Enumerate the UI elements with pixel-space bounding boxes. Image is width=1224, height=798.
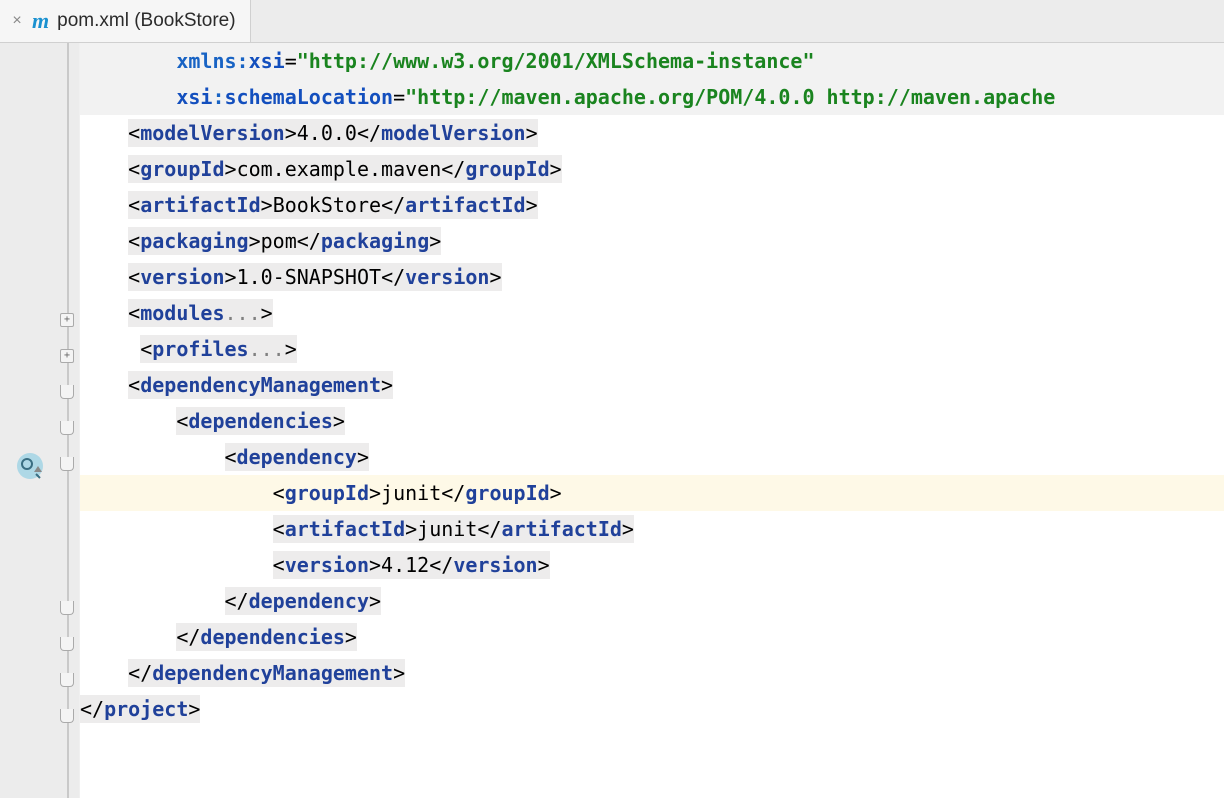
code-line[interactable]: <profiles...>: [80, 331, 1224, 367]
code-line[interactable]: <artifactId>junit</artifactId>: [80, 511, 1224, 547]
fold-collapse-icon[interactable]: [60, 637, 74, 651]
code-line[interactable]: <modelVersion>4.0.0</modelVersion>: [80, 115, 1224, 151]
code-line[interactable]: xmlns:xsi="http://www.w3.org/2001/XMLSch…: [80, 43, 1224, 79]
run-gutter-icon[interactable]: [16, 452, 44, 480]
breakpoint-strip[interactable]: [0, 43, 10, 798]
code-line[interactable]: <packaging>pom</packaging>: [80, 223, 1224, 259]
tab-bar: × m pom.xml (BookStore): [0, 0, 1224, 43]
fold-collapse-icon[interactable]: [60, 457, 74, 471]
code-line[interactable]: xsi:schemaLocation="http://maven.apache.…: [80, 79, 1224, 115]
code-line[interactable]: <version>1.0-SNAPSHOT</version>: [80, 259, 1224, 295]
code-line[interactable]: </dependency>: [80, 583, 1224, 619]
maven-file-icon: m: [30, 8, 51, 34]
code-line[interactable]: <dependencies>: [80, 403, 1224, 439]
code-line[interactable]: </project>: [80, 691, 1224, 727]
code-line-current[interactable]: <groupId>junit</groupId>: [80, 475, 1224, 511]
code-line[interactable]: <dependencyManagement>: [80, 367, 1224, 403]
fold-strip[interactable]: + +: [56, 43, 80, 798]
code-line[interactable]: </dependencyManagement>: [80, 655, 1224, 691]
code-line[interactable]: <artifactId>BookStore</artifactId>: [80, 187, 1224, 223]
fold-collapse-icon[interactable]: [60, 385, 74, 399]
fold-expand-icon[interactable]: +: [60, 313, 74, 327]
fold-collapse-icon[interactable]: [60, 709, 74, 723]
code-line[interactable]: </dependencies>: [80, 619, 1224, 655]
tab-label: pom.xml (BookStore): [57, 10, 235, 32]
tab-pom-xml[interactable]: × m pom.xml (BookStore): [0, 0, 251, 42]
code-line[interactable]: <version>4.12</version>: [80, 547, 1224, 583]
code-line[interactable]: <modules...>: [80, 295, 1224, 331]
fold-expand-icon[interactable]: +: [60, 349, 74, 363]
fold-collapse-icon[interactable]: [60, 601, 74, 615]
fold-collapse-icon[interactable]: [60, 421, 74, 435]
code-line[interactable]: <groupId>com.example.maven</groupId>: [80, 151, 1224, 187]
close-icon[interactable]: ×: [10, 12, 24, 30]
code-line[interactable]: <dependency>: [80, 439, 1224, 475]
gutter[interactable]: [10, 43, 56, 798]
code-editor[interactable]: xmlns:xsi="http://www.w3.org/2001/XMLSch…: [80, 43, 1224, 798]
fold-collapse-icon[interactable]: [60, 673, 74, 687]
editor-area: + + xmlns:xsi="http://www.w3.org/2001/XM…: [0, 43, 1224, 798]
